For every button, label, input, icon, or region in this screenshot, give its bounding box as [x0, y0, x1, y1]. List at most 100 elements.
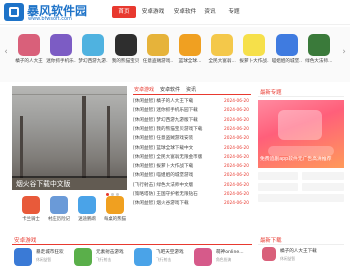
game-category: 飞行射击: [156, 257, 172, 262]
news-date: 2024-06-20: [224, 164, 249, 170]
mini-app-label[interactable]: 村庄历险记: [45, 216, 73, 222]
game-name[interactable]: 飞吧天空游戏: [156, 249, 184, 255]
game-category: 休闲益智: [36, 257, 52, 262]
news-title[interactable]: [休闲益智] 我的熊猫宝贝游戏下载: [133, 127, 202, 132]
topic-tag[interactable]: [258, 194, 344, 202]
news-date: 2024-06-20: [224, 201, 249, 207]
app-icon[interactable]: [307, 34, 330, 56]
mini-app-icon[interactable]: [50, 196, 68, 214]
site-url: www.bfwsoft.com: [28, 16, 72, 22]
game-name[interactable]: 萌神online...: [216, 249, 244, 255]
android-games-title: 安卓游戏: [14, 238, 37, 244]
news-date: 2024-06-20: [224, 154, 249, 160]
nav-topics[interactable]: 专题: [224, 6, 244, 18]
news-row[interactable]: [休闲益智] 梦幻西游九游版下载 2024-06-20: [133, 116, 251, 125]
news-row[interactable]: [休闲益智] 拔萝卜大作战下载 2024-06-20: [133, 162, 251, 171]
news-title[interactable]: [休闲益智] 任意盗贼游戏安装: [133, 136, 193, 141]
game-name[interactable]: 暴走城市狂欢: [36, 249, 64, 255]
nav-news[interactable]: 资讯: [200, 6, 220, 18]
news-row[interactable]: [休闲益智] 任意盗贼游戏安装 2024-06-20: [133, 134, 251, 143]
news-row[interactable]: [休闲益智] 迷你抓手机乐园下载 2024-06-20: [133, 106, 251, 115]
news-row[interactable]: [休闲益智] 喵姐姐的城堡游戏 2024-06-20: [133, 171, 251, 180]
topic-tag[interactable]: [258, 172, 298, 180]
news-title[interactable]: [休闲益智] 全民大富翁无限金币版: [133, 155, 202, 160]
news-row[interactable]: [策略塔防] 王国守护者无限钻石 2024-06-20: [133, 190, 251, 199]
latest-app-name[interactable]: 橘子的人大王下载: [280, 248, 317, 254]
news-title[interactable]: [飞行射击] 绿色大法师中文版: [133, 183, 193, 188]
app-icon[interactable]: [82, 34, 105, 56]
app-icon[interactable]: [18, 34, 40, 56]
next-arrow-icon[interactable]: ›: [340, 46, 348, 58]
promo-caption[interactable]: 免费追剧app软件无广告高清推荐: [260, 155, 331, 162]
latest-app-icon[interactable]: [262, 247, 276, 261]
topic-tag[interactable]: [302, 172, 344, 180]
app-label[interactable]: 绿色大法师...: [304, 58, 334, 64]
news-row[interactable]: [飞行射击] 绿色大法师中文版 2024-06-20: [133, 181, 251, 190]
app-icon[interactable]: [211, 34, 234, 56]
app-label[interactable]: 全民大富翁...: [207, 58, 237, 64]
topics-divider: [258, 96, 344, 97]
news-date: 2024-06-20: [224, 126, 249, 132]
news-date: 2024-06-20: [224, 136, 249, 142]
news-title[interactable]: [休闲益智] 篮球全球下载中文: [133, 146, 193, 151]
prev-arrow-icon[interactable]: ‹: [2, 46, 10, 58]
news-title[interactable]: [休闲益智] 拔萝卜大作战下载: [133, 164, 193, 169]
app-icon[interactable]: [243, 34, 266, 56]
news-title[interactable]: [休闲益智] 梦幻西游九游版下载: [133, 118, 198, 123]
news-title[interactable]: [策略塔防] 王国守护者无限钻石: [133, 192, 198, 197]
app-label[interactable]: 梦幻西游九游...: [78, 58, 108, 64]
app-label[interactable]: 橘子的人大王: [14, 58, 44, 64]
news-row[interactable]: [休闲益智] 橘子的人大王下载 2024-06-20: [133, 97, 251, 106]
news-title[interactable]: [休闲益智] 橘子的人大王下载: [133, 99, 193, 104]
game-name[interactable]: 元素射击游戏: [96, 249, 124, 255]
nav-android-software[interactable]: 安卓软件: [170, 6, 200, 18]
app-label[interactable]: 我的熊猫宝贝: [111, 58, 141, 64]
game-icon[interactable]: [74, 248, 92, 266]
news-title[interactable]: [休闲益智] 烟火谷游戏下载: [133, 201, 189, 206]
news-row[interactable]: [休闲益智] 全民大富翁无限金币版 2024-06-20: [133, 153, 251, 162]
banner-caption[interactable]: 烟火谷下载中文版: [16, 178, 70, 188]
app-label[interactable]: 喵姐姐的城堡...: [272, 58, 302, 64]
nav-android-games[interactable]: 安卓游戏: [138, 6, 168, 18]
app-icon[interactable]: [114, 34, 137, 56]
app-icon[interactable]: [179, 34, 201, 56]
app-label[interactable]: 拔萝卜大作战...: [239, 58, 269, 64]
app-icon[interactable]: [50, 34, 73, 56]
game-icon[interactable]: [134, 248, 152, 266]
app-label[interactable]: 迷你抓手机乐...: [46, 58, 76, 64]
tab-android-software[interactable]: 安卓软件: [160, 86, 180, 94]
tab-news[interactable]: 资讯: [186, 86, 196, 94]
game-icon[interactable]: [194, 248, 212, 266]
news-title[interactable]: [休闲益智] 迷你抓手机乐园下载: [133, 108, 198, 113]
news-row[interactable]: [休闲益智] 我的熊猫宝贝游戏下载 2024-06-20: [133, 125, 251, 134]
android-games-divider: [12, 244, 252, 245]
app-icon[interactable]: [275, 34, 298, 56]
mini-app-icon[interactable]: [22, 196, 40, 214]
news-title[interactable]: [休闲益智] 喵姐姐的城堡游戏: [133, 173, 193, 178]
news-date: 2024-06-20: [224, 182, 249, 188]
banner-image[interactable]: [12, 86, 127, 190]
app-label[interactable]: 任意盗贼游戏...: [143, 58, 173, 64]
news-row[interactable]: [休闲益智] 烟火谷游戏下载 2024-06-20: [133, 199, 251, 208]
game-category: 飞行射击: [96, 257, 112, 262]
header-divider: [0, 24, 350, 25]
mini-app-label[interactable]: 卡兰骑士: [17, 216, 45, 222]
game-icon[interactable]: [14, 248, 32, 266]
app-label[interactable]: 篮球全球...: [175, 58, 205, 64]
mini-app-icon[interactable]: [78, 196, 96, 214]
news-date: 2024-06-20: [224, 99, 249, 104]
news-date: 2024-06-20: [224, 145, 249, 151]
mini-app-icon[interactable]: [106, 196, 124, 214]
news-date: 2024-06-20: [224, 192, 249, 197]
tab-android-games[interactable]: 安卓游戏: [134, 86, 154, 94]
mini-app-label[interactable]: 迷途鹦鹉: [73, 216, 101, 222]
nav-home[interactable]: 首页: [112, 6, 136, 18]
latest-download-title: 最新下载: [260, 238, 282, 244]
site-logo-icon[interactable]: [4, 3, 24, 21]
mini-app-label[interactable]: 每桌的熊猫: [101, 216, 129, 222]
topic-tag[interactable]: [302, 183, 344, 191]
news-date: 2024-06-20: [224, 173, 249, 179]
topic-tag[interactable]: [258, 183, 298, 191]
news-row[interactable]: [休闲益智] 篮球全球下载中文 2024-06-20: [133, 144, 251, 153]
app-icon[interactable]: [146, 34, 169, 56]
